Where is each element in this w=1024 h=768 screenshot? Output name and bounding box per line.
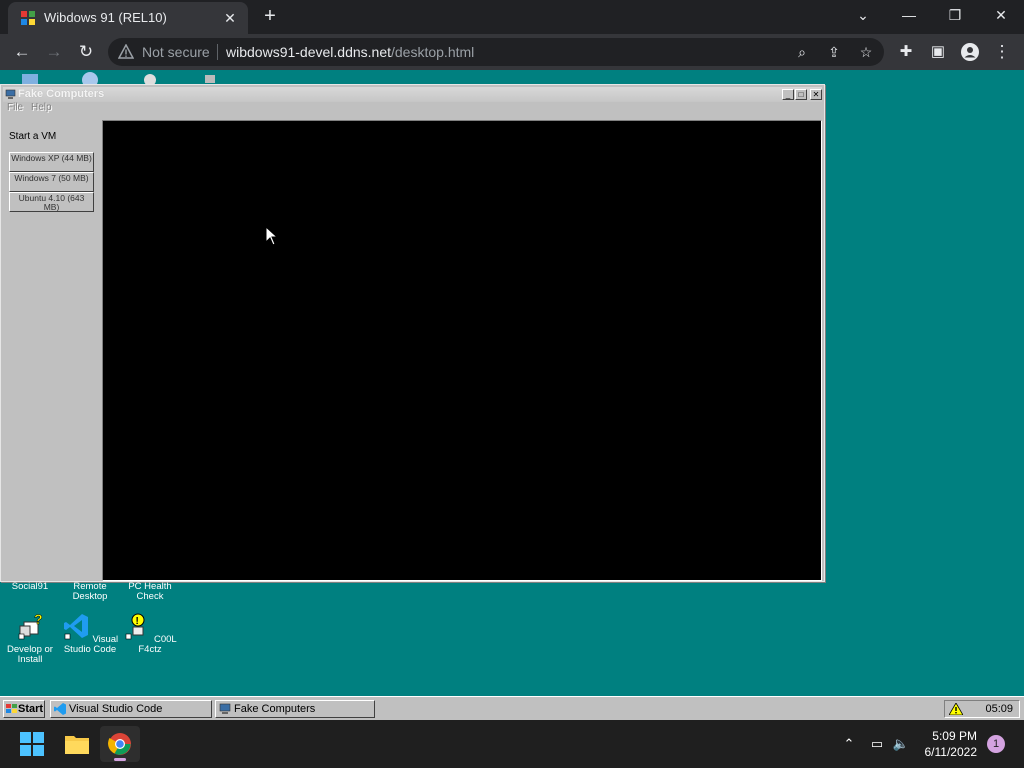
not-secure-label[interactable]: Not secure: [142, 44, 210, 60]
notification-badge[interactable]: 1: [987, 735, 1005, 753]
start-label: Start: [18, 703, 44, 715]
fake-computers-icon: [5, 89, 16, 99]
desktop-icon-remote-desktop[interactable]: Remote Desktop: [60, 582, 120, 602]
desktop-icon-develop-install[interactable]: ? Develop or Install: [0, 611, 60, 665]
taskbar-item-vscode[interactable]: Visual Studio Code: [50, 700, 212, 718]
vm-button-windows-xp[interactable]: Windows XP (44 MB): [9, 152, 94, 172]
window-menubar: File Help: [3, 102, 822, 116]
desktop-icon-social91[interactable]: Social91: [0, 582, 60, 592]
warning-triangle-icon: [118, 44, 134, 59]
minimize-window-button[interactable]: —: [886, 0, 932, 32]
wibdows-taskbar: Start Visual Studio Code Fake Computers …: [0, 696, 1024, 720]
vscode-icon: [54, 703, 66, 715]
tab-search-chevron-icon[interactable]: ⌄: [840, 0, 886, 32]
menu-help[interactable]: Help: [31, 102, 52, 113]
bookmark-star-icon[interactable]: ☆: [856, 42, 876, 62]
os-time: 5:09 PM: [932, 729, 977, 743]
side-panel-icon[interactable]: ▣: [924, 38, 952, 66]
reload-button[interactable]: ↻: [72, 38, 100, 66]
url-text[interactable]: wibdows91-devel.ddns.net/desktop.html: [226, 44, 474, 60]
window-title: Fake Computers: [18, 88, 105, 100]
vm-screen[interactable]: [102, 120, 822, 581]
taskbar-item-label: Fake Computers: [234, 703, 316, 715]
file-explorer-button[interactable]: [57, 726, 97, 762]
new-tab-button[interactable]: +: [258, 5, 282, 29]
url-host: wibdows91-devel.ddns.net: [226, 44, 391, 60]
wibdows-logo-icon: [6, 704, 17, 713]
window-close-button[interactable]: ✕: [810, 89, 822, 100]
extensions-puzzle-icon[interactable]: ✚: [892, 38, 920, 66]
desktop-icon-label: PC Health Check: [128, 581, 172, 602]
restore-window-button[interactable]: ❐: [932, 0, 978, 32]
browser-toolbar: ← → ↻ Not secure wibdows91-devel.ddns.ne…: [0, 34, 1024, 70]
vm-sidebar: Start a VM Windows XP (44 MB) Windows 7 …: [3, 118, 101, 579]
desktop-icon-vscode[interactable]: Visual Studio Code: [60, 612, 120, 655]
forward-button[interactable]: →: [40, 38, 68, 66]
window-titlebar[interactable]: Fake Computers _ □ ✕: [3, 87, 822, 102]
svg-text:!: !: [136, 616, 139, 627]
cool-facts-icon: !: [126, 613, 145, 640]
window-maximize-button[interactable]: □: [795, 89, 807, 100]
os-date: 6/11/2022: [924, 745, 978, 759]
vm-button-windows-7[interactable]: Windows 7 (50 MB): [9, 172, 94, 192]
chrome-icon: [108, 733, 131, 755]
os-clock[interactable]: 5:09 PM 6/11/2022: [925, 728, 978, 760]
back-button[interactable]: ←: [8, 38, 36, 66]
desktop-icon-label: Remote Desktop: [72, 581, 108, 602]
wibdows-system-tray: 05:09: [944, 700, 1020, 718]
desktop-icon-cool-facts[interactable]: ! C00L F4ctz: [120, 612, 180, 655]
tray-overflow-chevron-icon[interactable]: ⌃: [838, 733, 860, 755]
sidebar-heading: Start a VM: [9, 131, 57, 142]
taskbar-item-fake-computers[interactable]: Fake Computers: [215, 700, 375, 718]
url-path: /desktop.html: [391, 44, 475, 60]
wibdows-clock: 05:09: [985, 703, 1013, 715]
browser-tab[interactable]: Wibdows 91 (REL10) ✕: [8, 2, 248, 34]
network-icon[interactable]: ▭: [866, 733, 888, 755]
profile-avatar-icon[interactable]: [956, 38, 984, 66]
vm-button-ubuntu[interactable]: Ubuntu 4.10 (643 MB): [9, 192, 94, 212]
menu-file[interactable]: File: [7, 102, 23, 113]
active-app-indicator: [114, 758, 126, 761]
taskbar-item-label: Visual Studio Code: [69, 703, 163, 715]
chrome-taskbar-button[interactable]: [100, 726, 140, 762]
desktop-icon-label: Develop or Install: [7, 644, 53, 665]
windows-start-icon: [20, 732, 44, 756]
tab-title: Wibdows 91 (REL10): [44, 10, 167, 25]
windows-start-button[interactable]: [12, 726, 52, 762]
page-viewport: Fake Computers _ □ ✕ File Help Start a V…: [0, 70, 1024, 720]
zoom-icon[interactable]: ⌕: [792, 42, 812, 62]
tab-close-icon[interactable]: ✕: [220, 8, 240, 28]
file-explorer-icon: [65, 736, 89, 754]
mouse-cursor-icon: [265, 226, 279, 246]
wibdows-start-button[interactable]: Start: [3, 700, 45, 718]
desktop-icon-label: Social91: [11, 581, 49, 592]
fake-computers-window: Fake Computers _ □ ✕ File Help Start a V…: [0, 84, 825, 582]
svg-text:?: ?: [34, 612, 43, 627]
window-minimize-button[interactable]: _: [782, 89, 794, 100]
wibdows-favicon-icon: [21, 11, 35, 25]
chrome-menu-icon[interactable]: ⋮: [988, 38, 1016, 66]
close-window-button[interactable]: ✕: [978, 0, 1024, 32]
address-bar[interactable]: Not secure wibdows91-devel.ddns.net/desk…: [108, 38, 884, 66]
desktop-icon-pc-health-check[interactable]: PC Health Check: [120, 582, 180, 602]
vscode-icon: [63, 614, 88, 640]
fake-computers-icon: [219, 703, 231, 714]
share-icon[interactable]: ⇪: [824, 42, 844, 62]
warning-icon[interactable]: [949, 703, 963, 715]
volume-icon[interactable]: 🔈: [890, 733, 912, 755]
browser-tab-strip: Wibdows 91 (REL10) ✕ + ⌄ — ❐ ✕: [0, 0, 1024, 34]
address-separator: [217, 44, 218, 60]
os-taskbar: ⌃ ▭ 🔈 5:09 PM 6/11/2022 1: [0, 720, 1024, 768]
develop-install-icon: ?: [18, 611, 43, 640]
